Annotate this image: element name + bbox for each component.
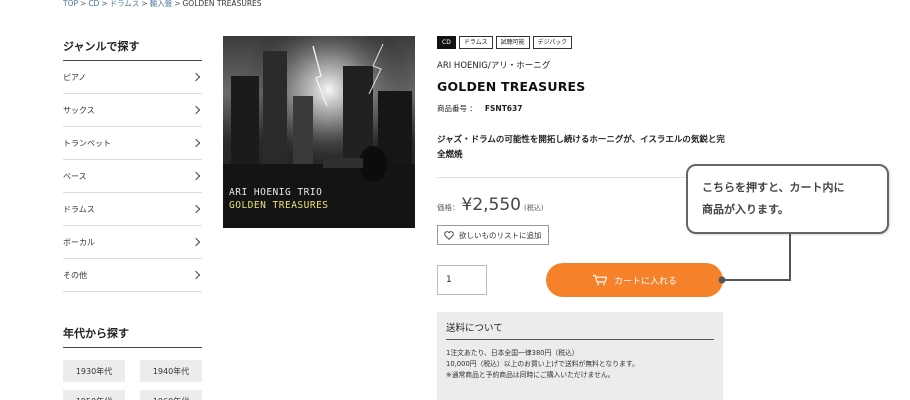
year-button-1950s[interactable]: 1950年代 — [63, 390, 125, 400]
price-row: 価格： ¥2,550 (税込) — [437, 195, 727, 215]
breadcrumb-separator: > — [80, 0, 87, 8]
catalog-value: FSNT637 — [484, 104, 523, 113]
chevron-right-icon — [191, 72, 201, 82]
sidebar-item-sax[interactable]: サックス — [63, 94, 202, 127]
catalog-number: 商品番号 ： FSNT637 — [437, 103, 727, 114]
breadcrumb-separator: > — [141, 0, 148, 8]
add-to-cart-button[interactable]: カートに入れる — [546, 263, 723, 297]
product-info: CD ドラムス 試聴可能 デジパック ARI HOENIG/アリ・ホーニグ GO… — [437, 36, 727, 245]
shipping-line: 1注文あたり、日本全国一律380円（税込） — [446, 349, 579, 357]
chevron-right-icon — [191, 237, 201, 247]
breadcrumb-drums[interactable]: ドラムス — [110, 0, 140, 8]
wishlist-button[interactable]: 欲しいものリストに追加 — [437, 225, 549, 245]
add-to-cart-label: カートに入れる — [613, 276, 677, 287]
chevron-right-icon — [191, 138, 201, 148]
breadcrumb-separator: > — [101, 0, 108, 8]
sidebar-item-piano[interactable]: ピアノ — [63, 61, 202, 94]
tag-preview: 試聴可能 — [495, 36, 530, 49]
chevron-right-icon — [191, 204, 201, 214]
shipping-line: ※通常商品と予約商品は同時にご購入いただけません。 — [446, 371, 615, 379]
chevron-right-icon — [191, 171, 201, 181]
breadcrumb: TOP > CD > ドラムス > 輸入盤 > GOLDEN TREASURES — [63, 0, 262, 9]
product-title: GOLDEN TREASURES — [437, 79, 586, 94]
year-button-1930s[interactable]: 1930年代 — [63, 360, 125, 382]
breadcrumb-cd[interactable]: CD — [88, 0, 99, 8]
sidebar-item-other[interactable]: その他 — [63, 259, 202, 292]
album-cover: ARI HOENIG TRIO GOLDEN TREASURES — [223, 36, 415, 228]
callout-line-1: こちらを押すと、カート内に — [702, 181, 845, 194]
callout-line-2: 商品が入ります。 — [702, 203, 789, 216]
tag-cd: CD — [437, 36, 456, 49]
sidebar-item-label: トランペット — [63, 138, 111, 148]
year-grid: 1930年代 1940年代 1950年代 1960年代 — [63, 360, 202, 400]
product-description: ジャズ・ドラムの可能性を開拓し続けるホーニグが、イスラエルの気鋭と完全燃焼 — [437, 135, 725, 160]
sidebar-item-label: ドラムス — [63, 204, 95, 214]
chevron-right-icon — [191, 270, 201, 280]
genre-heading: ジャンルで探す — [63, 34, 202, 61]
tag-drums: ドラムス — [458, 36, 493, 49]
tag-digipak: デジパック — [532, 36, 573, 49]
tax-note: (税込) — [523, 204, 544, 212]
artist-name: ARI HOENIG/アリ・ホーニグ — [437, 61, 551, 71]
breadcrumb-top[interactable]: TOP — [63, 0, 78, 8]
cover-artist-text: ARI HOENIG TRIO — [229, 187, 323, 198]
sidebar-item-label: ベース — [63, 171, 87, 181]
price-value: ¥2,550 — [461, 195, 521, 215]
wishlist-label: 欲しいものリストに追加 — [459, 230, 542, 240]
cart-icon — [592, 274, 608, 286]
tag-list: CD ドラムス 試聴可能 デジパック — [437, 36, 727, 49]
sidebar-item-label: その他 — [63, 270, 87, 280]
sidebar-item-label: サックス — [63, 105, 95, 115]
cover-title-text: GOLDEN TREASURES — [229, 200, 329, 211]
shipping-title: 送料について — [446, 320, 714, 340]
heart-icon — [444, 230, 454, 240]
breadcrumb-import[interactable]: 輸入盤 — [150, 0, 173, 8]
breadcrumb-separator: > — [174, 0, 181, 8]
price-label: 価格： — [437, 203, 460, 212]
year-button-1940s[interactable]: 1940年代 — [140, 360, 202, 382]
sidebar-item-vocal[interactable]: ボーカル — [63, 226, 202, 259]
sidebar-item-drums[interactable]: ドラムス — [63, 193, 202, 226]
quantity-input[interactable]: 1 — [437, 265, 487, 295]
shipping-lines: 1注文あたり、日本全国一律380円（税込） 10,000円（税込）以上のお買い上… — [446, 348, 714, 381]
year-button-1960s[interactable]: 1960年代 — [140, 390, 202, 400]
callout-tooltip: こちらを押すと、カート内に 商品が入ります。 — [686, 164, 889, 234]
shipping-info: 送料について 1注文あたり、日本全国一律380円（税込） 10,000円（税込）… — [437, 312, 723, 400]
sidebar-item-trumpet[interactable]: トランペット — [63, 127, 202, 160]
year-heading: 年代から探す — [63, 321, 202, 348]
shipping-line: 10,000円（税込）以上のお買い上げで送料が無料となります。 — [446, 360, 639, 368]
divider — [437, 177, 727, 178]
sidebar-item-label: ピアノ — [63, 72, 87, 82]
sidebar-item-label: ボーカル — [63, 237, 95, 247]
catalog-label: 商品番号 ： — [437, 104, 477, 113]
sidebar: ジャンルで探す ピアノ サックス トランペット ベース ドラムス ボーカル その… — [63, 34, 202, 400]
sidebar-item-bass[interactable]: ベース — [63, 160, 202, 193]
breadcrumb-current: GOLDEN TREASURES — [182, 0, 262, 8]
chevron-right-icon — [191, 105, 201, 115]
